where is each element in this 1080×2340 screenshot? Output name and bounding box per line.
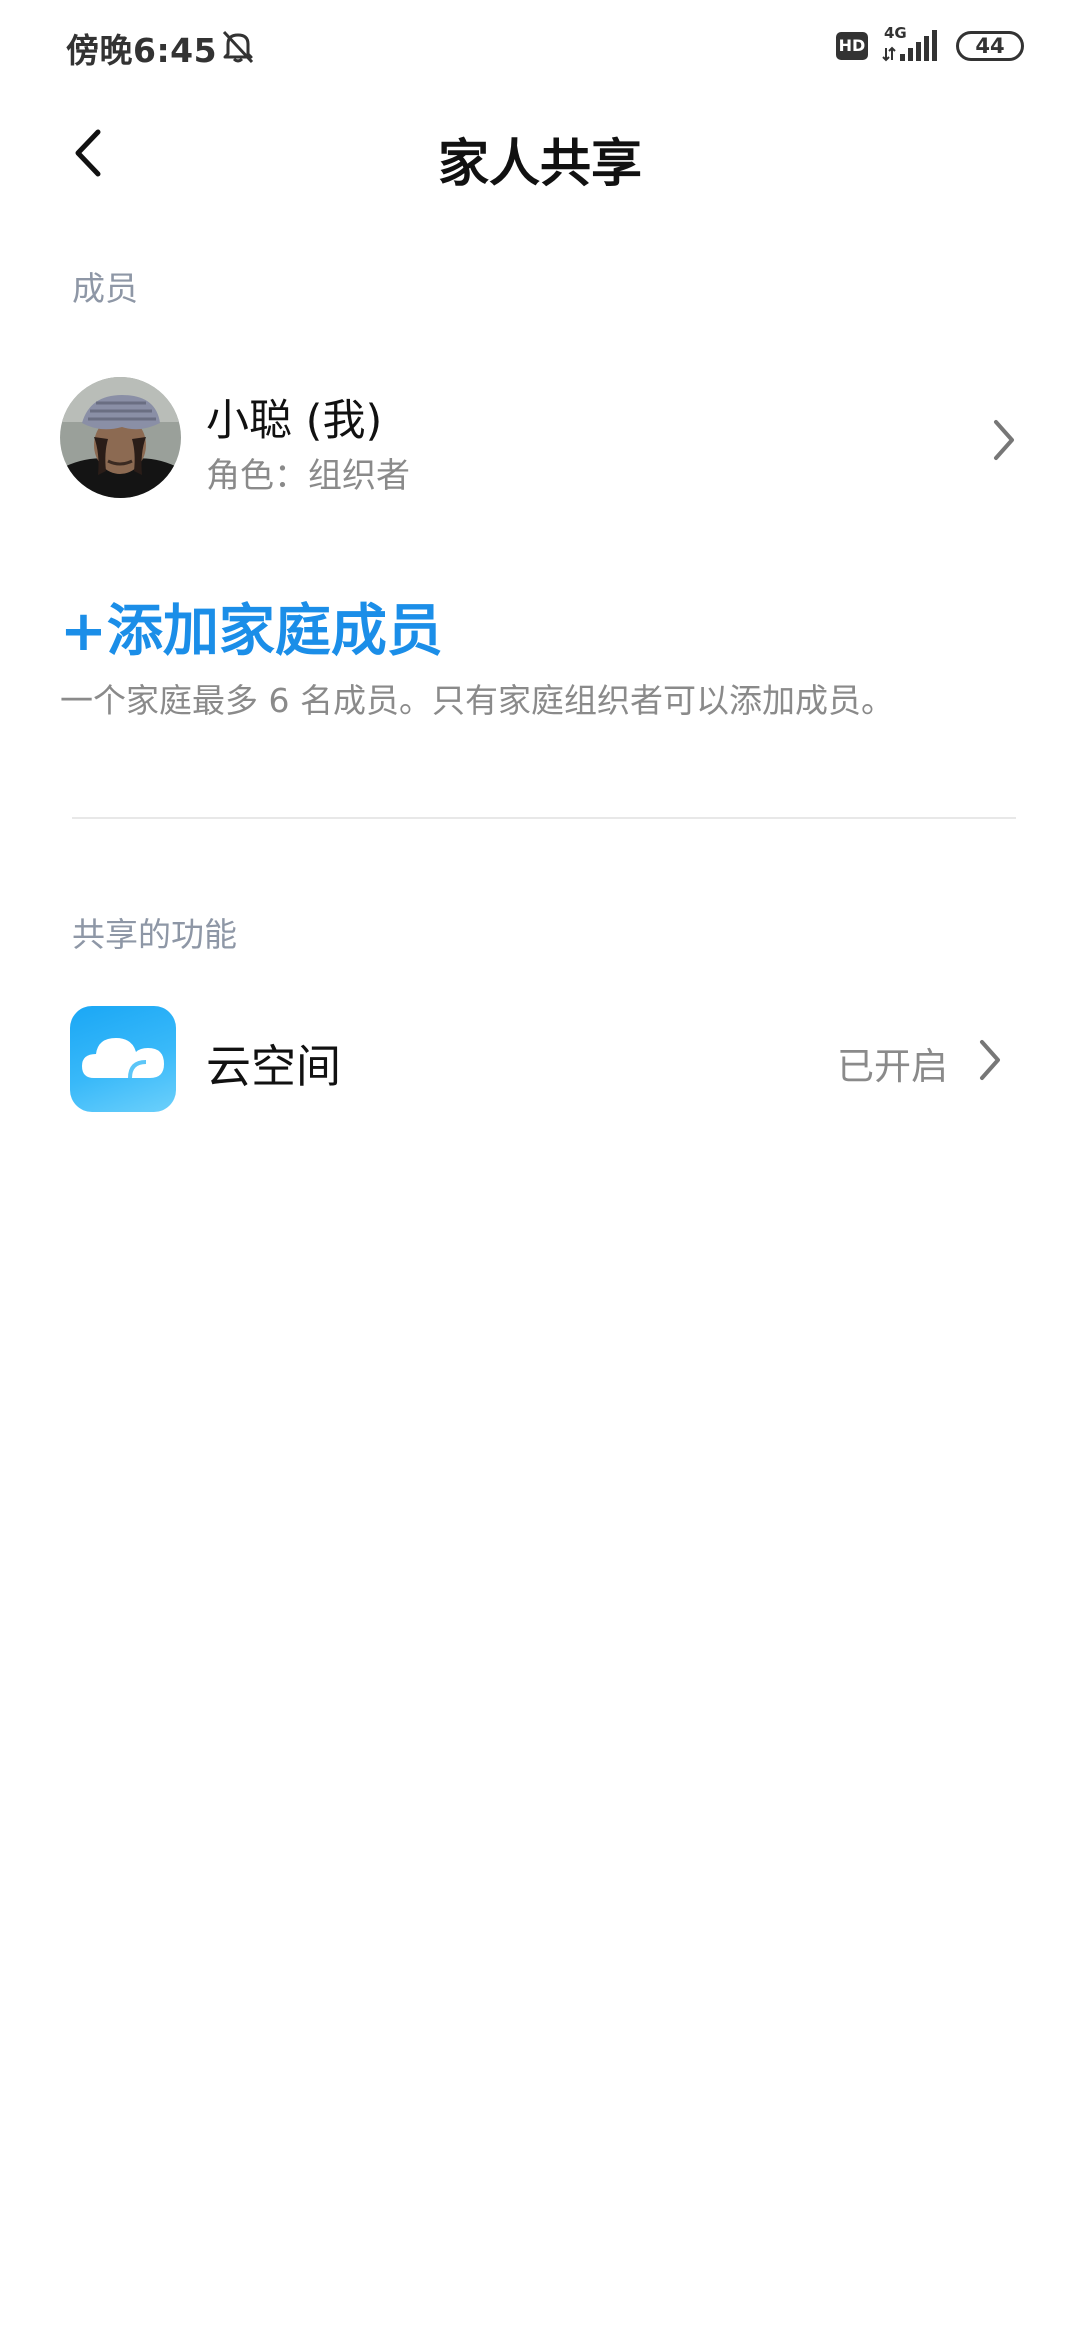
member-role: 角色：组织者: [206, 456, 410, 496]
member-name: 小聪 (我): [206, 396, 383, 446]
status-bar: 傍晚6:45 HD 4G 44: [0, 0, 1080, 92]
members-section-label: 成员: [72, 269, 138, 308]
hd-icon: HD: [836, 32, 868, 60]
add-member-hint: 一个家庭最多 6 名成员。只有家庭组织者可以添加成员。: [60, 681, 894, 720]
shared-features-section-label: 共享的功能: [72, 915, 237, 954]
chevron-right-icon: [980, 1040, 1000, 1080]
chevron-right-icon: [994, 420, 1014, 460]
battery-icon: 44: [956, 31, 1024, 61]
cloud-space-row[interactable]: 云空间 已开启: [0, 1000, 1080, 1120]
add-family-member-button[interactable]: +添加家庭成员: [60, 586, 443, 667]
feature-status: 已开启: [837, 1045, 948, 1088]
bell-off-icon: [222, 30, 254, 64]
status-time: 傍晚6:45: [66, 31, 218, 70]
member-row[interactable]: 小聪 (我) 角色：组织者: [0, 370, 1080, 510]
header: 家人共享: [0, 110, 1080, 194]
page-title: 家人共享: [437, 135, 642, 194]
signal-icon: [882, 30, 937, 62]
feature-name: 云空间: [206, 1040, 342, 1093]
user-avatar: [60, 377, 181, 498]
divider: [72, 817, 1016, 819]
cloud-icon: [70, 1006, 176, 1112]
